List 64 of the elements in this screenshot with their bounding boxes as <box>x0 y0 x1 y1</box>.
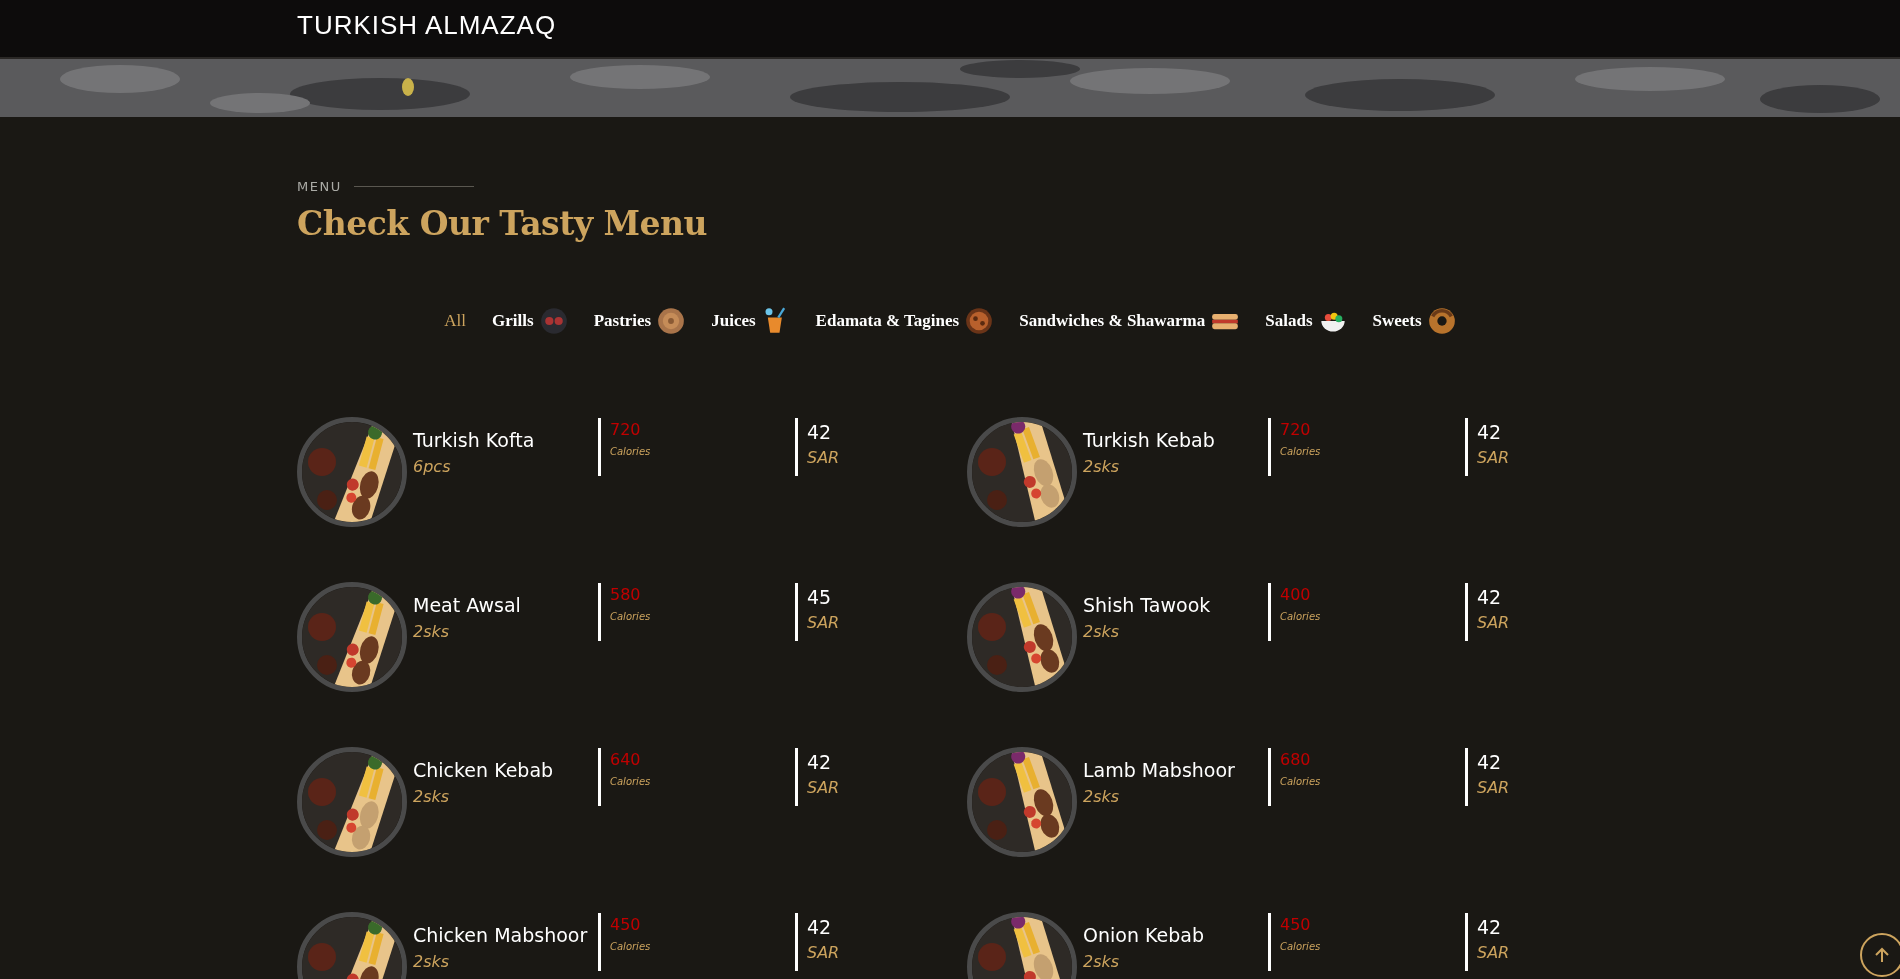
section-label: MENU <box>297 179 342 194</box>
calorie-count: 450 <box>1280 915 1312 934</box>
currency-label: SAR <box>1477 448 1511 467</box>
donut-icon <box>1427 307 1456 335</box>
currency-label: SAR <box>1477 613 1511 632</box>
dish-name: Turkish Kofta <box>413 429 536 451</box>
section-title: Check Our Tasty Menu <box>297 204 709 243</box>
calorie-label: Calories <box>610 611 652 622</box>
calorie-label: Calories <box>1280 776 1322 787</box>
dish-portion: 2sks <box>413 787 451 806</box>
calorie-count: 680 <box>1280 750 1312 769</box>
filter-tab[interactable]: Sandwiches & Shawarma <box>1019 307 1240 335</box>
dish-price: 42 <box>807 751 833 773</box>
currency-label: SAR <box>807 943 841 962</box>
back-to-top-button[interactable] <box>1860 933 1900 977</box>
dish-price: 42 <box>1477 916 1503 938</box>
filter-tab[interactable]: Salads <box>1265 307 1347 335</box>
calorie-label: Calories <box>1280 611 1322 622</box>
filter-tab[interactable]: Pastries <box>593 307 686 335</box>
dish-name: Onion Kebab <box>1083 924 1205 946</box>
filter-tab[interactable]: Juices <box>711 307 790 335</box>
dish-name: Chicken Mabshoor <box>413 924 589 946</box>
tagine-dish-icon <box>965 307 994 335</box>
dish-price: 42 <box>1477 586 1503 608</box>
calorie-label: Calories <box>1280 446 1322 457</box>
calorie-label: Calories <box>610 941 652 952</box>
dish-price: 42 <box>1477 421 1503 443</box>
calorie-count: 400 <box>1280 585 1312 604</box>
currency-label: SAR <box>1477 778 1511 797</box>
calorie-label: Calories <box>610 446 652 457</box>
calorie-count: 720 <box>610 420 642 439</box>
sausage-plate-icon <box>539 307 568 335</box>
filter-tab[interactable]: All <box>444 307 467 335</box>
calorie-label: Calories <box>610 776 652 787</box>
currency-label: SAR <box>807 613 841 632</box>
dish-price: 42 <box>1477 751 1503 773</box>
pastry-icon <box>657 307 686 335</box>
dish-price: 42 <box>807 916 833 938</box>
brand-logo-text[interactable]: TURKISH ALMAZAQ <box>297 11 557 46</box>
calorie-count: 640 <box>610 750 642 769</box>
currency-label: SAR <box>1477 943 1511 962</box>
dish-portion: 2sks <box>1083 952 1121 971</box>
dish-name: Lamb Mabshoor <box>1083 759 1236 781</box>
filter-tab[interactable]: Grills <box>492 307 568 335</box>
dish-portion: 6pcs <box>413 457 452 476</box>
dish-price: 45 <box>807 586 833 608</box>
calorie-count: 450 <box>610 915 642 934</box>
currency-label: SAR <box>807 778 841 797</box>
dish-name: Chicken Kebab <box>413 759 555 781</box>
dish-portion: 2sks <box>1083 787 1121 806</box>
calorie-count: 580 <box>610 585 642 604</box>
dish-portion: 2sks <box>413 622 451 641</box>
dish-name: Shish Tawook <box>1083 594 1212 616</box>
dish-portion: 2sks <box>1083 622 1121 641</box>
calorie-count: 720 <box>1280 420 1312 439</box>
currency-label: SAR <box>807 448 841 467</box>
dish-price: 42 <box>807 421 833 443</box>
calorie-label: Calories <box>1280 941 1322 952</box>
dish-portion: 2sks <box>413 952 451 971</box>
dish-name: Meat Awsal <box>413 594 522 616</box>
dish-portion: 2sks <box>1083 457 1121 476</box>
filter-tab[interactable]: Edamata & Tagines <box>815 307 994 335</box>
dish-name: Turkish Kebab <box>1083 429 1216 451</box>
filter-tab[interactable]: Sweets <box>1372 307 1456 335</box>
